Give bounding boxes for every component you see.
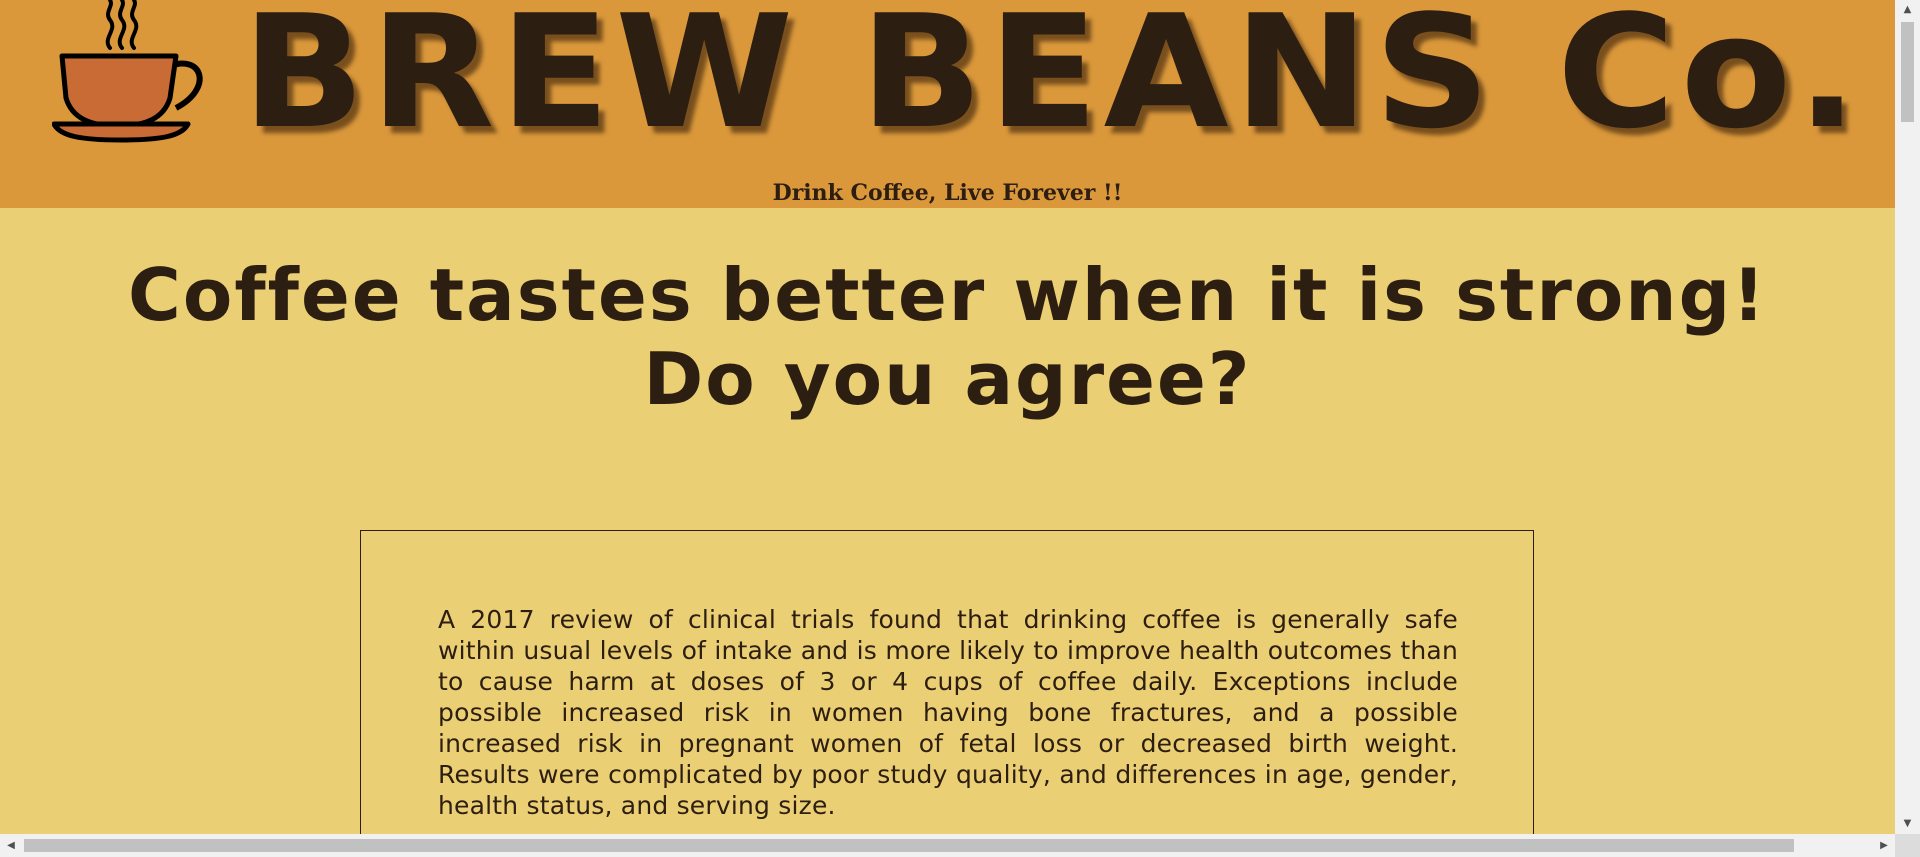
brand-title: BREW BEANS Co.: [242, 0, 1864, 163]
vertical-scrollbar[interactable]: ▲ ▼: [1895, 0, 1920, 834]
headline-question: Do you agree?: [643, 337, 1252, 421]
article-box: A 2017 review of clinical trials found t…: [360, 530, 1534, 834]
main-headline: Coffee tastes better when it is strong! …: [0, 253, 1895, 421]
scrollbar-corner: [1895, 834, 1920, 857]
article-paragraph: A 2017 review of clinical trials found t…: [438, 605, 1458, 820]
scroll-up-arrow-icon[interactable]: ▲: [1895, 0, 1920, 20]
vertical-scroll-thumb[interactable]: [1901, 22, 1914, 122]
coffee-cup-icon: [52, 0, 203, 143]
scroll-down-arrow-icon[interactable]: ▼: [1895, 814, 1920, 834]
scroll-left-arrow-icon[interactable]: ◀: [0, 834, 22, 857]
site-header: BREW BEANS Co. Drink Coffee, Live Foreve…: [0, 0, 1895, 208]
horizontal-scrollbar[interactable]: ◀ ▶: [0, 834, 1895, 857]
horizontal-scroll-thumb[interactable]: [24, 839, 1794, 852]
tagline: Drink Coffee, Live Forever !!: [772, 180, 1123, 206]
headline-text: Coffee tastes better when it is: [128, 253, 1456, 337]
headline-strong-word: strong!: [1455, 253, 1767, 337]
browser-page: BREW BEANS Co. Drink Coffee, Live Foreve…: [0, 0, 1920, 857]
page-viewport: BREW BEANS Co. Drink Coffee, Live Foreve…: [0, 0, 1895, 834]
scroll-right-arrow-icon[interactable]: ▶: [1873, 834, 1895, 857]
